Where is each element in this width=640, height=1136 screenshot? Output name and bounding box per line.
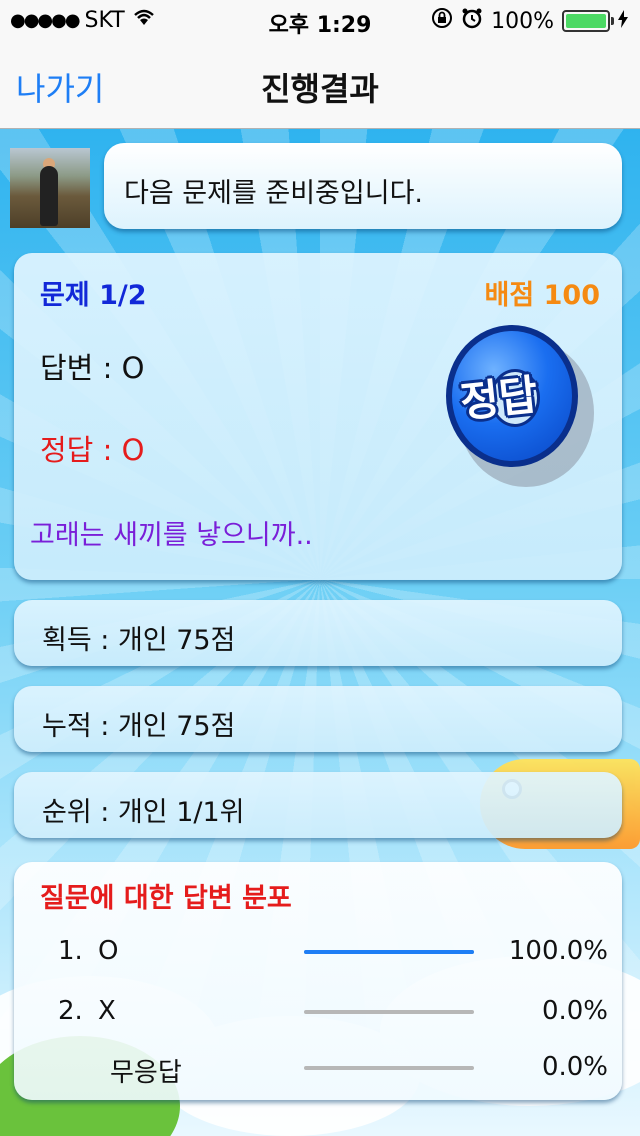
question-number: 문제 1/2	[40, 280, 147, 311]
battery-percent: 100%	[491, 8, 554, 34]
option-percent: 0.0%	[541, 1052, 608, 1082]
alarm-icon	[461, 7, 483, 35]
user-answer: 답변 : O	[40, 351, 145, 385]
message-text: 다음 문제를 준비중입니다.	[124, 178, 423, 209]
distribution-row: 무응답 0.0%	[14, 1048, 622, 1088]
option-label: 무응답	[110, 1058, 182, 1088]
correct-badge-icon: 정답	[446, 325, 596, 487]
option-index: 2.	[58, 996, 83, 1026]
lock-rotation-icon	[431, 7, 453, 35]
question-score: 배점 100	[484, 280, 600, 311]
answer-distribution-card: 질문에 대한 답변 분포 1. O 100.0% 2. X 0.0% 무응답 0…	[14, 862, 622, 1100]
total-points-card: 누적 : 개인 75점	[14, 686, 622, 752]
distribution-title: 질문에 대한 답변 분포	[40, 883, 292, 914]
distribution-bar	[304, 1066, 474, 1070]
option-index: 1.	[58, 936, 83, 966]
earned-points-card: 획득 : 개인 75점	[14, 600, 622, 666]
status-bar: ●●●●● SKT 오후 1:29 100%	[0, 0, 640, 40]
distribution-bar	[304, 950, 474, 954]
distribution-row: 1. O 100.0%	[14, 932, 622, 972]
option-percent: 100.0%	[508, 936, 608, 966]
correct-badge-label: 정답	[457, 370, 540, 427]
earned-points-text: 획득 : 개인 75점	[42, 625, 236, 656]
correct-answer: 정답 : O	[40, 433, 145, 467]
distribution-bar-fill	[304, 950, 474, 954]
rank-text: 순위 : 개인 1/1위	[42, 797, 245, 828]
answer-explanation: 고래는 새끼를 낳으니까..	[30, 520, 313, 551]
option-label: X	[98, 996, 116, 1026]
option-percent: 0.0%	[541, 996, 608, 1026]
question-result-card: 문제 1/2 배점 100 답변 : O 정답 : O 정답 고래는 새끼를 낳…	[14, 253, 622, 580]
status-right: 100%	[431, 7, 628, 35]
charging-icon	[618, 9, 628, 34]
content-area: 다음 문제를 준비중입니다. 문제 1/2 배점 100 답변 : O 정답 :…	[0, 129, 640, 1136]
rank-card: 순위 : 개인 1/1위	[14, 772, 622, 838]
page-title: 진행결과	[261, 70, 379, 108]
distribution-bar	[304, 1010, 474, 1014]
message-bubble: 다음 문제를 준비중입니다.	[104, 143, 622, 229]
distribution-row: 2. X 0.0%	[14, 992, 622, 1032]
battery-icon	[562, 10, 614, 32]
avatar	[10, 148, 90, 228]
option-label: O	[98, 936, 119, 966]
navigation-bar: 나가기 진행결과	[0, 40, 640, 129]
total-points-text: 누적 : 개인 75점	[42, 711, 236, 742]
